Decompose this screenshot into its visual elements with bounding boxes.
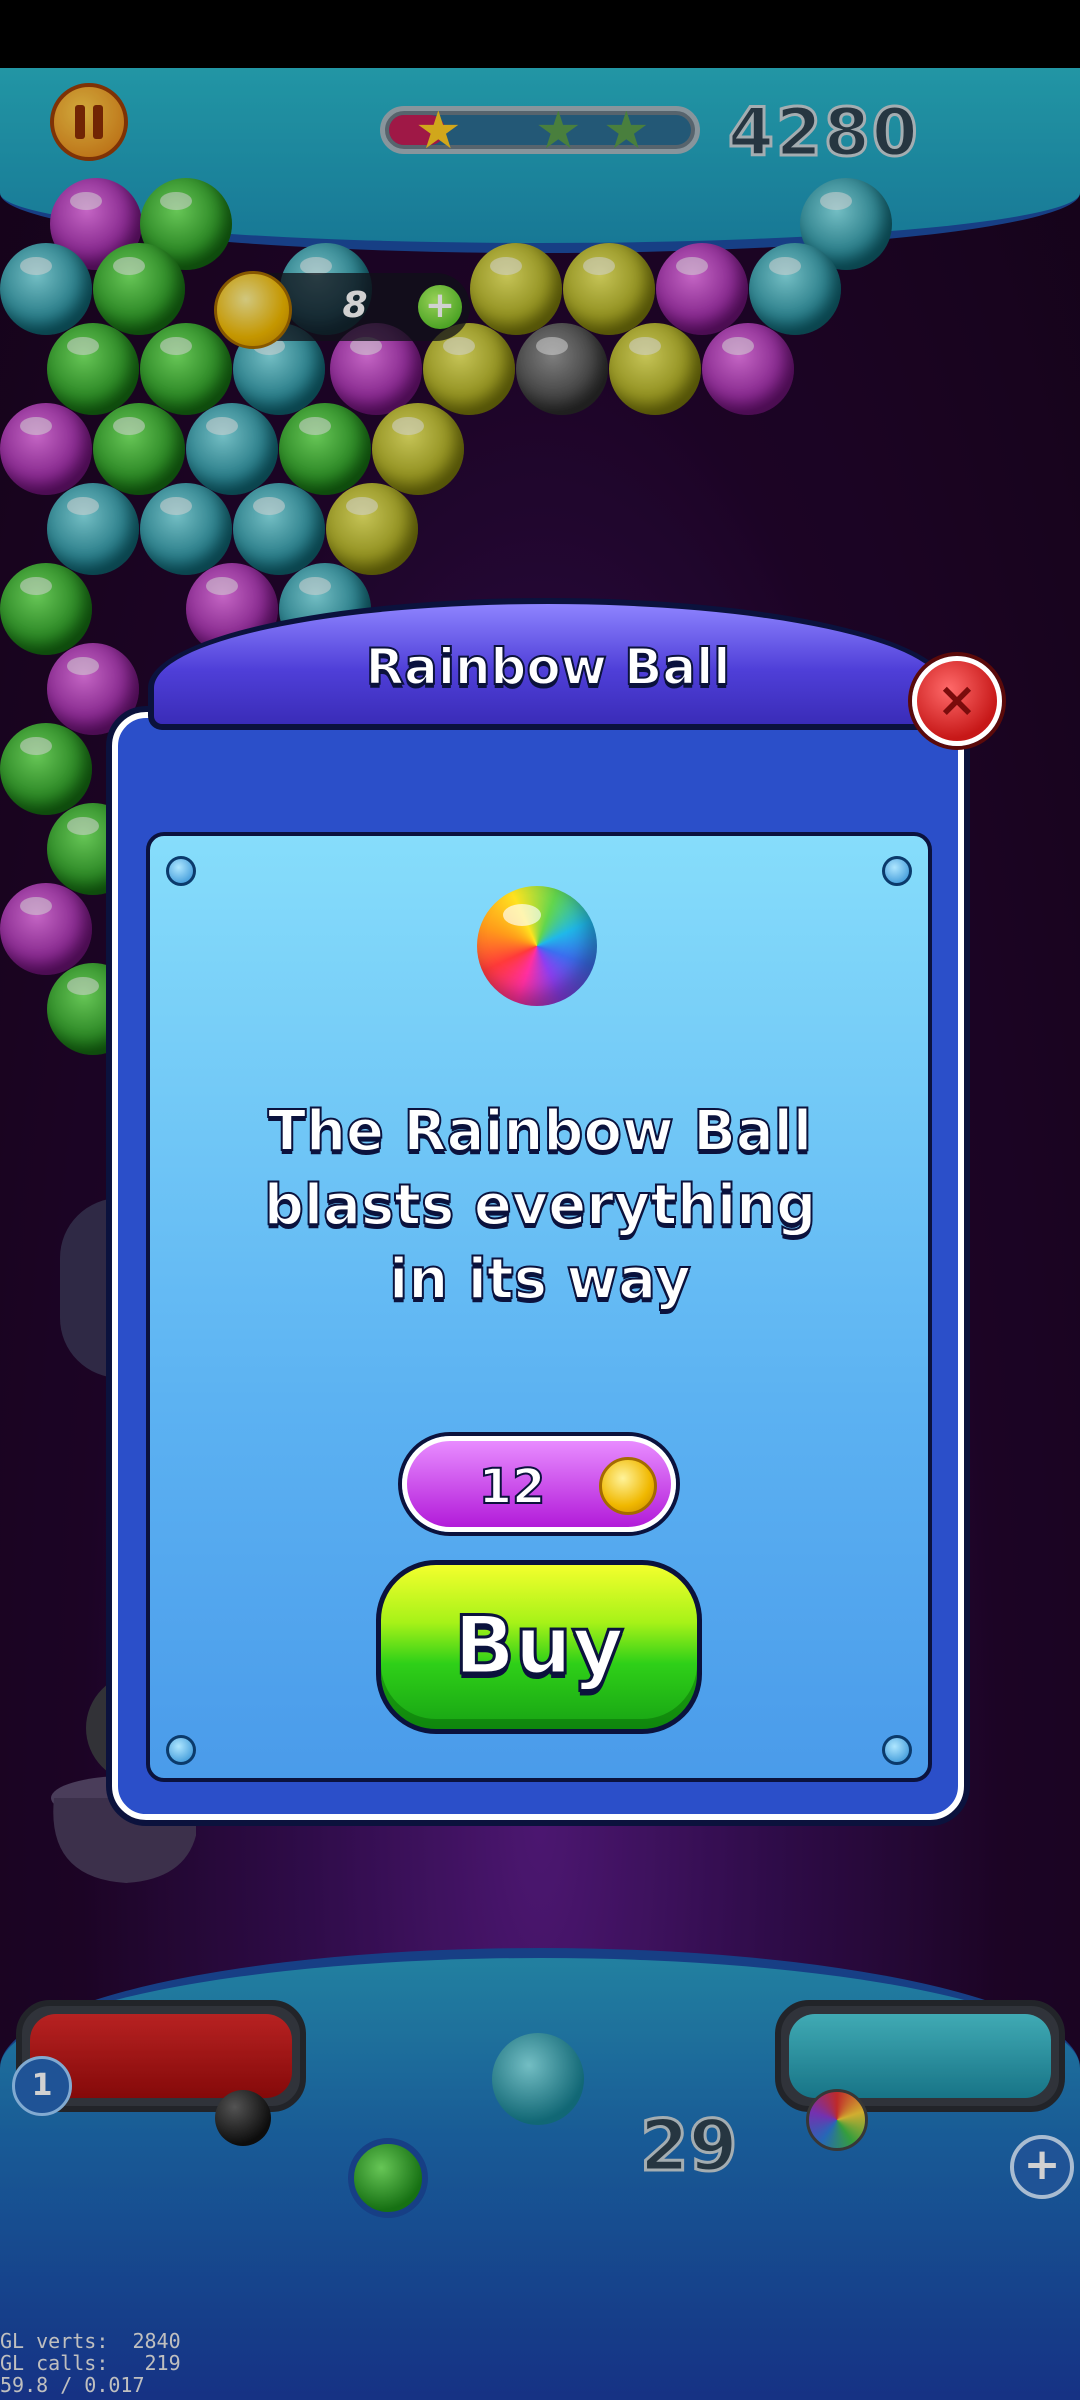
rainbow-ball-icon: [477, 886, 597, 1006]
price-tag: 12: [402, 1436, 676, 1532]
rivet-icon: [166, 856, 196, 886]
rivet-icon: [882, 1735, 912, 1765]
buy-label: Buy: [452, 1598, 625, 1694]
dialog-description: The Rainbow Ball blasts everything in it…: [263, 1098, 817, 1313]
dialog-header: Rainbow Ball: [148, 598, 948, 730]
rivet-icon: [166, 1735, 196, 1765]
close-button[interactable]: ×: [912, 656, 1002, 746]
buy-button[interactable]: Buy: [376, 1560, 702, 1734]
rivet-icon: [882, 856, 912, 886]
price-value: 12: [478, 1458, 547, 1516]
coin-icon: [599, 1457, 657, 1515]
dialog-title: Rainbow Ball: [365, 637, 732, 697]
